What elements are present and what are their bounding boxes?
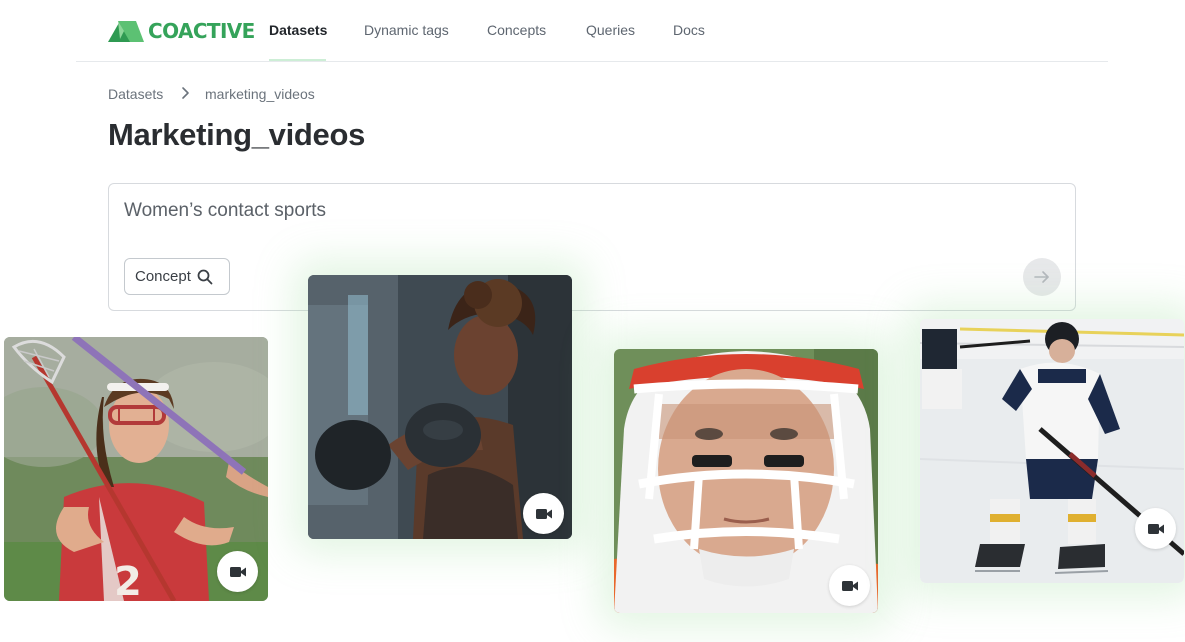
nav-item-datasets[interactable]: Datasets [269, 22, 327, 38]
result-card-hockey[interactable] [920, 319, 1184, 583]
result-card-lacrosse[interactable]: 2 [4, 337, 268, 601]
page-title: Marketing_videos [108, 117, 366, 152]
concept-mode-button[interactable]: Concept [124, 258, 230, 295]
search-icon [197, 269, 213, 284]
breadcrumb-datasets[interactable]: Datasets [108, 86, 163, 102]
coactive-logo[interactable]: COACTIVE [108, 19, 255, 43]
video-camera-icon [535, 508, 552, 519]
breadcrumb-current: marketing_videos [205, 86, 315, 102]
video-camera-icon [1147, 523, 1164, 534]
video-camera-icon [229, 566, 246, 577]
nav-item-dynamic-tags[interactable]: Dynamic tags [364, 22, 449, 38]
result-card-boxing[interactable] [308, 275, 572, 539]
coactive-logo-mark [108, 21, 144, 42]
result-card-football[interactable] [614, 349, 878, 613]
video-indicator-button[interactable] [829, 565, 870, 606]
submit-search-button[interactable] [1023, 258, 1061, 296]
video-indicator-button[interactable] [523, 493, 564, 534]
svg-text:2: 2 [114, 559, 142, 601]
video-camera-icon [841, 580, 858, 591]
nav-item-concepts[interactable]: Concepts [487, 22, 546, 38]
brand-wordmark: COACTIVE [148, 19, 255, 43]
top-navigation: COACTIVE Datasets Dynamic tags Concepts … [0, 0, 1185, 62]
video-indicator-button[interactable] [217, 551, 258, 592]
nav-divider [76, 61, 1108, 62]
video-indicator-button[interactable] [1135, 508, 1176, 549]
chevron-right-icon [182, 87, 189, 99]
nav-item-docs[interactable]: Docs [673, 22, 705, 38]
arrow-right-icon [1034, 271, 1049, 283]
concept-mode-label: Concept [135, 268, 191, 285]
nav-item-queries[interactable]: Queries [586, 22, 635, 38]
search-query-input[interactable]: Women’s contact sports [124, 200, 326, 222]
search-panel: Women’s contact sports Concept [108, 183, 1076, 311]
